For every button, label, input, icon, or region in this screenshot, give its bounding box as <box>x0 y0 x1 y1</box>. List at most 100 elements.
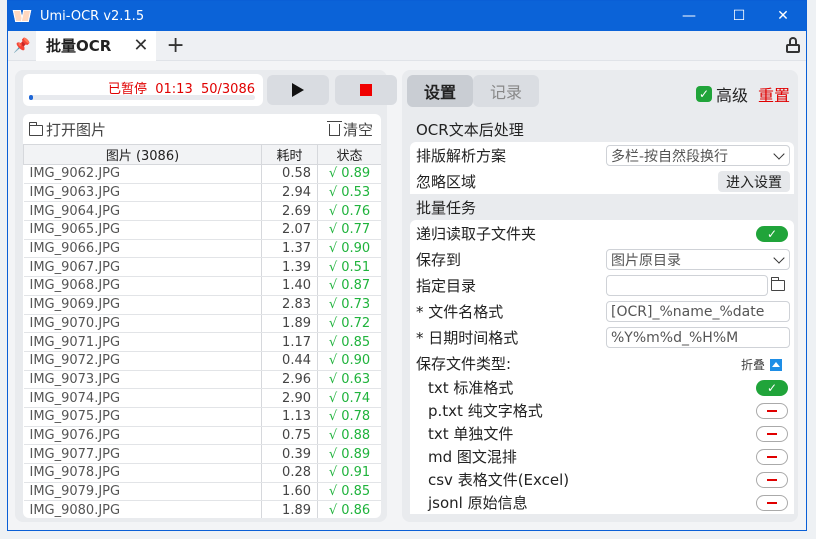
table-row[interactable]: IMG_9066.JPG 1.37 √ 0.90 <box>23 239 381 259</box>
dir-row: 指定目录 <box>410 272 794 298</box>
table-row[interactable]: IMG_9062.JPG 0.58 √ 0.89 <box>23 164 381 184</box>
minimize-button[interactable]: — <box>666 1 712 31</box>
datefmt-input[interactable]: %Y%m%d_%H%M <box>606 327 790 348</box>
time-cell: 2.96 <box>261 370 318 390</box>
table-row[interactable]: IMG_9064.JPG 2.69 √ 0.76 <box>23 201 381 222</box>
filetype-label: p.txt 纯文字格式 <box>428 402 543 420</box>
time-cell: 2.94 <box>261 183 318 203</box>
progress-bar <box>29 95 255 100</box>
stop-button[interactable] <box>335 75 397 105</box>
filetype-toggle[interactable]: ✓ <box>756 380 788 396</box>
col-image[interactable]: 图片 (3086) <box>23 144 262 165</box>
save-to-row: 保存到 图片原目录 <box>410 246 794 272</box>
table-row[interactable]: IMG_9071.JPG 1.17 √ 0.85 <box>23 332 381 352</box>
fname-row: * 文件名格式 [OCR]_%name_%date <box>410 298 794 324</box>
table-row[interactable]: IMG_9072.JPG 0.44 √ 0.90 <box>23 351 381 371</box>
start-button[interactable] <box>267 75 329 105</box>
status-cell: √ 0.90 <box>317 351 381 371</box>
table-row[interactable]: IMG_9077.JPG 0.39 √ 0.89 <box>23 444 381 464</box>
advanced-toggle[interactable]: ✓ 高级 <box>695 82 748 106</box>
clear-button[interactable]: 清空 <box>326 119 373 140</box>
status-cell: √ 0.85 <box>317 332 381 352</box>
close-window-button[interactable]: ✕ <box>760 1 806 31</box>
section-batch: 批量任务 <box>416 198 477 217</box>
filetype-toggle[interactable] <box>756 403 788 419</box>
add-tab-button[interactable]: + <box>166 33 184 58</box>
play-icon <box>292 83 304 97</box>
file-name-cell: IMG_9066.JPG <box>23 239 262 259</box>
status-cell: √ 0.72 <box>317 314 381 334</box>
datefmt-label: * 日期时间格式 <box>416 328 519 347</box>
time-cell: 1.39 <box>261 257 318 278</box>
filetype-row: txt 标准格式 ✓ <box>410 376 794 399</box>
table-row[interactable]: IMG_9068.JPG 1.40 √ 0.87 <box>23 276 381 296</box>
time-cell: 0.39 <box>261 444 318 464</box>
browse-folder-icon[interactable] <box>770 277 785 291</box>
table-row[interactable]: IMG_9076.JPG 0.75 √ 0.88 <box>23 426 381 446</box>
table-row[interactable]: IMG_9063.JPG 2.94 √ 0.53 <box>23 183 381 203</box>
file-name-cell: IMG_9075.JPG <box>23 407 262 427</box>
filetype-row: csv 表格文件(Excel) <box>410 468 794 491</box>
chevron-down-icon <box>773 252 785 264</box>
filetype-toggle[interactable] <box>756 472 788 488</box>
status-cell: √ 0.51 <box>317 257 381 278</box>
time-cell: 1.60 <box>261 482 318 502</box>
status-cell: √ 0.89 <box>317 164 381 184</box>
ignore-settings-button[interactable]: 进入设置 <box>718 171 790 192</box>
table-row[interactable]: IMG_9073.JPG 2.96 √ 0.63 <box>23 370 381 390</box>
check-icon: ✓ <box>695 86 712 102</box>
lock-icon[interactable] <box>786 37 800 53</box>
fold-button[interactable]: 折叠 <box>741 356 782 373</box>
tab-close-icon[interactable]: ✕ <box>133 35 148 56</box>
layout-select[interactable]: 多栏-按自然段换行 <box>606 145 790 166</box>
table-row[interactable]: IMG_9067.JPG 1.39 √ 0.51 <box>23 257 381 278</box>
table-row[interactable]: IMG_9075.JPG 1.13 √ 0.78 <box>23 407 381 427</box>
section-ocr-post: OCR文本后处理 <box>416 120 524 139</box>
file-name-cell: IMG_9070.JPG <box>23 314 262 334</box>
fname-input[interactable]: [OCR]_%name_%date <box>606 301 790 322</box>
table-row[interactable]: IMG_9080.JPG 1.89 √ 0.86 <box>23 500 381 518</box>
filetype-toggle[interactable] <box>756 449 788 465</box>
col-status[interactable]: 状态 <box>317 144 381 165</box>
reset-button[interactable]: 重置 <box>758 82 790 106</box>
tab-records[interactable]: 记录 <box>473 75 539 107</box>
filetype-toggle[interactable] <box>756 426 788 442</box>
recursive-toggle[interactable]: ✓ <box>756 226 788 242</box>
filetype-toggle[interactable] <box>756 495 788 511</box>
table-row[interactable]: IMG_9078.JPG 0.28 √ 0.91 <box>23 463 381 483</box>
filetypes-row: 保存文件类型: 折叠 <box>410 350 794 376</box>
table-row[interactable]: IMG_9065.JPG 2.07 √ 0.77 <box>23 220 381 240</box>
file-name-cell: IMG_9064.JPG <box>23 201 262 222</box>
file-toolbar: 打开图片 清空 <box>23 114 381 144</box>
status-cell: √ 0.74 <box>317 388 381 408</box>
tab-batch-ocr[interactable]: 批量OCR ✕ <box>36 30 157 61</box>
file-name-cell: IMG_9072.JPG <box>23 351 262 371</box>
tab-settings[interactable]: 设置 <box>407 75 473 107</box>
table-row[interactable]: IMG_9069.JPG 2.83 √ 0.73 <box>23 295 381 315</box>
save-to-select[interactable]: 图片原目录 <box>606 249 790 270</box>
dir-input[interactable] <box>606 275 768 296</box>
open-images-button[interactable]: 打开图片 <box>28 119 106 140</box>
file-name-cell: IMG_9067.JPG <box>23 257 262 278</box>
app-logo-icon <box>12 9 32 23</box>
time-cell: 0.28 <box>261 463 318 483</box>
file-name-cell: IMG_9080.JPG <box>23 500 262 518</box>
col-time[interactable]: 耗时 <box>261 144 318 165</box>
table-row[interactable]: IMG_9070.JPG 1.89 √ 0.72 <box>23 314 381 334</box>
file-name-cell: IMG_9068.JPG <box>23 276 262 296</box>
time-cell: 2.90 <box>261 388 318 408</box>
file-list-panel: 打开图片 清空 图片 (3086) 耗时 状态 IMG_9062.JPG 0.58… <box>23 114 381 518</box>
table-row[interactable]: IMG_9074.JPG 2.90 √ 0.74 <box>23 388 381 408</box>
maximize-button[interactable]: ☐ <box>716 1 762 31</box>
file-name-cell: IMG_9071.JPG <box>23 332 262 352</box>
file-name-cell: IMG_9073.JPG <box>23 370 262 390</box>
time-cell: 0.58 <box>261 164 318 184</box>
status-cell: √ 0.91 <box>317 463 381 483</box>
pin-icon[interactable]: 📌 <box>8 38 36 54</box>
fname-label: * 文件名格式 <box>416 302 504 321</box>
window-title: Umi-OCR v2.1.5 <box>40 8 145 24</box>
time-cell: 1.40 <box>261 276 318 296</box>
table-row[interactable]: IMG_9079.JPG 1.60 √ 0.85 <box>23 482 381 502</box>
advanced-label: 高级 <box>715 86 748 105</box>
recursive-row: 递归读取子文件夹 ✓ <box>410 220 794 246</box>
